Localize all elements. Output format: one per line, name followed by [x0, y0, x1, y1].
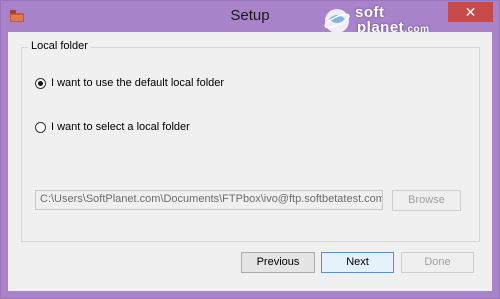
- browse-button[interactable]: Browse: [392, 190, 461, 211]
- folder-path-field[interactable]: C:\Users\SoftPlanet.com\Documents\FTPbox…: [35, 190, 383, 210]
- globe-logo-icon: [324, 9, 350, 33]
- radio-default-folder[interactable]: I want to use the default local folder: [35, 77, 224, 89]
- next-button[interactable]: Next: [321, 252, 394, 273]
- local-folder-group: Local folder I want to use the default l…: [21, 40, 480, 242]
- close-icon: ✕: [464, 4, 477, 20]
- radio-select-folder-label[interactable]: I want to select a local folder: [51, 121, 190, 133]
- group-label: Local folder: [28, 40, 91, 52]
- title-bar[interactable]: Setup soft planet.com ✕: [1, 1, 499, 35]
- radio-button-checked[interactable]: [35, 77, 46, 89]
- previous-button[interactable]: Previous: [241, 252, 315, 273]
- setup-window: Setup soft planet.com ✕ Local folder I w…: [0, 0, 500, 299]
- done-button[interactable]: Done: [401, 252, 474, 273]
- radio-select-folder[interactable]: I want to select a local folder: [35, 121, 190, 133]
- client-area: Local folder I want to use the default l…: [8, 32, 492, 291]
- radio-button-unchecked[interactable]: [35, 121, 46, 133]
- radio-default-folder-label[interactable]: I want to use the default local folder: [51, 77, 224, 89]
- close-button[interactable]: ✕: [448, 2, 493, 22]
